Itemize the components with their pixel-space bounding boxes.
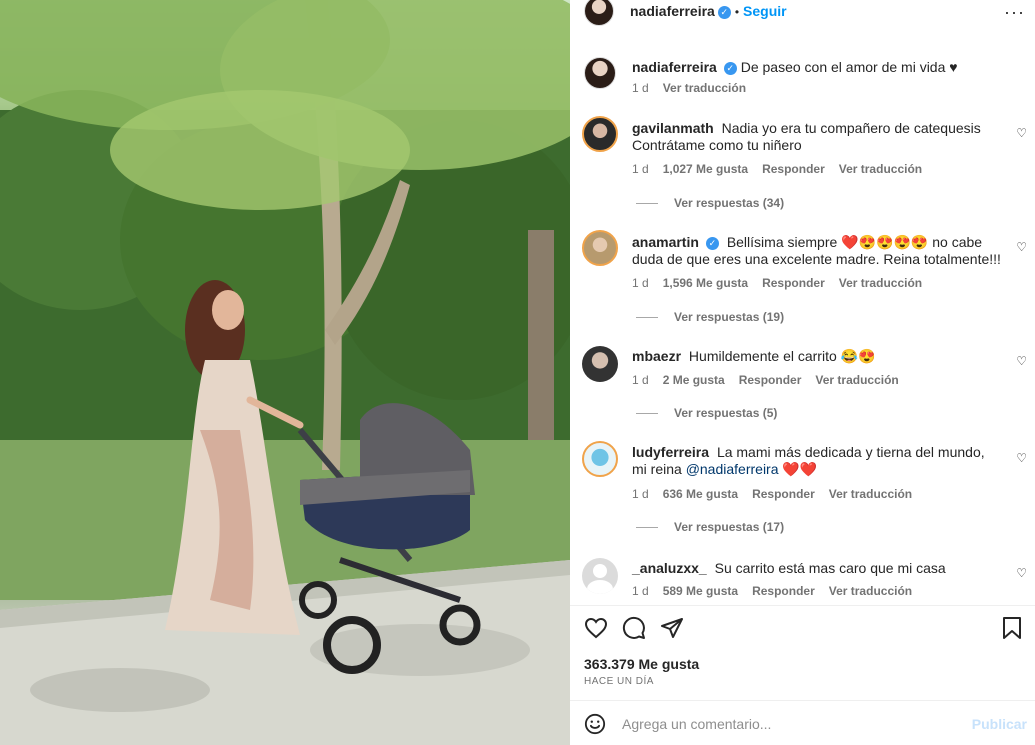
view-replies-button[interactable]: Ver respuestas (5) [636, 406, 777, 420]
comment-likes[interactable]: 1,027 Me gusta [663, 162, 748, 176]
comment-text: mbaezr Humildemente el carrito 😂😍 [632, 348, 1002, 365]
comment-username[interactable]: _analuzxx_ [632, 560, 707, 576]
replies-divider [636, 203, 658, 205]
more-icon[interactable]: ··· [1004, 2, 1025, 23]
author-username[interactable]: nadiaferreira [630, 3, 715, 19]
comment-icon[interactable] [622, 616, 646, 640]
comment-like-icon[interactable]: ♡ [1016, 126, 1027, 140]
post-age: HACE UN DÍA [584, 676, 654, 687]
post-photo[interactable] [0, 0, 570, 745]
add-comment-row: Agrega un comentario... Publicar [570, 700, 1035, 745]
comment-like-icon[interactable]: ♡ [1016, 566, 1027, 580]
comment-username[interactable]: gavilanmath [632, 120, 714, 136]
post-panel: nadiaferreira ✓ • Seguir ··· nadiaferreira ✓… [570, 0, 1035, 745]
comment-avatar[interactable] [582, 558, 618, 594]
mention-link[interactable]: @nadiaferreira [686, 461, 779, 477]
comment-text: gavilanmath Nadia yo era tu compañero de… [632, 120, 1002, 154]
caption-username[interactable]: nadiaferreira [632, 59, 717, 75]
replies-divider [636, 413, 658, 415]
post-button[interactable]: Publicar [972, 716, 1027, 732]
reply-button[interactable]: Responder [752, 584, 815, 598]
comment-meta: 1 d 589 Me gusta Responder Ver traducción [632, 584, 926, 598]
comment-username[interactable]: ludyferreira [632, 444, 709, 460]
reply-button[interactable]: Responder [752, 487, 815, 501]
comment-text: ludyferreira La mami más dedicada y tier… [632, 444, 1002, 478]
comment-likes[interactable]: 589 Me gusta [663, 584, 738, 598]
comment-like-icon[interactable]: ♡ [1016, 451, 1027, 465]
follow-button[interactable]: Seguir [743, 3, 787, 19]
comment-likes[interactable]: 636 Me gusta [663, 487, 738, 501]
separator-dot: • [734, 5, 740, 19]
reply-button[interactable]: Responder [762, 276, 825, 290]
comment-like-icon[interactable]: ♡ [1016, 240, 1027, 254]
comment-avatar[interactable] [582, 116, 618, 152]
comment-avatar[interactable] [582, 346, 618, 382]
verified-icon: ✓ [717, 6, 731, 19]
photo-scene [0, 0, 570, 745]
post-header: nadiaferreira ✓ • Seguir ··· [570, 0, 1035, 26]
view-replies-label: Ver respuestas (19) [674, 310, 785, 324]
view-replies-label: Ver respuestas (5) [674, 406, 778, 420]
comment-text: anamartin ✓ Bellísima siempre ❤️😍😍😍😍 no c… [632, 234, 1002, 268]
comment-age: 1 d [632, 162, 649, 176]
comment-likes[interactable]: 1,596 Me gusta [663, 276, 748, 290]
comment-username[interactable]: anamartin [632, 234, 699, 250]
heart-icon[interactable] [584, 616, 608, 640]
comment-likes[interactable]: 2 Me gusta [663, 373, 725, 387]
comment-avatar[interactable] [582, 441, 618, 477]
replies-divider [636, 527, 658, 529]
replies-divider [636, 317, 658, 319]
header-meta: nadiaferreira ✓ • Seguir [630, 3, 787, 19]
comment-meta: 1 d 1,027 Me gusta Responder Ver traducción [632, 162, 936, 176]
default-avatar-head [593, 564, 607, 578]
caption-content: De paseo con el amor de mi vida ♥ [740, 59, 958, 75]
comment-text: _analuzxx_ Su carrito está mas caro que … [632, 560, 1002, 577]
comment-input[interactable]: Agrega un comentario... [622, 716, 771, 732]
caption-text: nadiaferreira ✓ De paseo con el amor de m… [632, 59, 1002, 76]
action-bar [570, 605, 1035, 655]
translate-link[interactable]: Ver traducción [839, 162, 922, 176]
caption-avatar[interactable] [584, 57, 616, 89]
translate-link[interactable]: Ver traducción [839, 276, 922, 290]
view-replies-label: Ver respuestas (34) [674, 196, 785, 210]
verified-icon: ✓ [723, 62, 737, 75]
translate-link[interactable]: Ver traducción [829, 487, 912, 501]
view-replies-label: Ver respuestas (17) [674, 520, 785, 534]
comment-emoji: ❤️❤️ [782, 461, 818, 477]
comment-age: 1 d [632, 373, 649, 387]
translate-link[interactable]: Ver traducción [815, 373, 898, 387]
reply-button[interactable]: Responder [762, 162, 825, 176]
view-replies-button[interactable]: Ver respuestas (34) [636, 196, 784, 210]
default-avatar-body [587, 580, 613, 594]
comment-username[interactable]: mbaezr [632, 348, 681, 364]
caption-meta: 1 d Ver traducción [632, 81, 760, 95]
comment-meta: 1 d 636 Me gusta Responder Ver traducción [632, 487, 926, 501]
comment-meta: 1 d 1,596 Me gusta Responder Ver traducción [632, 276, 936, 290]
comment-avatar[interactable] [582, 230, 618, 266]
comment-content: Su carrito está mas caro que mi casa [714, 560, 946, 576]
author-avatar[interactable] [584, 0, 614, 26]
translate-link[interactable]: Ver traducción [829, 584, 912, 598]
share-icon[interactable] [660, 616, 684, 640]
caption-translate-link[interactable]: Ver traducción [663, 81, 746, 95]
comment-meta: 1 d 2 Me gusta Responder Ver traducción [632, 373, 913, 387]
comment-age: 1 d [632, 487, 649, 501]
likes-count[interactable]: 363.379 Me gusta [584, 656, 699, 672]
view-replies-button[interactable]: Ver respuestas (19) [636, 310, 784, 324]
verified-icon: ✓ [705, 237, 719, 250]
comment-age: 1 d [632, 276, 649, 290]
comment-age: 1 d [632, 584, 649, 598]
view-replies-button[interactable]: Ver respuestas (17) [636, 520, 784, 534]
comment-content: Humildemente el carrito 😂😍 [688, 348, 876, 364]
caption-age: 1 d [632, 81, 649, 95]
emoji-icon[interactable] [584, 713, 606, 735]
reply-button[interactable]: Responder [739, 373, 802, 387]
comment-like-icon[interactable]: ♡ [1016, 354, 1027, 368]
bookmark-icon[interactable] [1001, 616, 1023, 640]
